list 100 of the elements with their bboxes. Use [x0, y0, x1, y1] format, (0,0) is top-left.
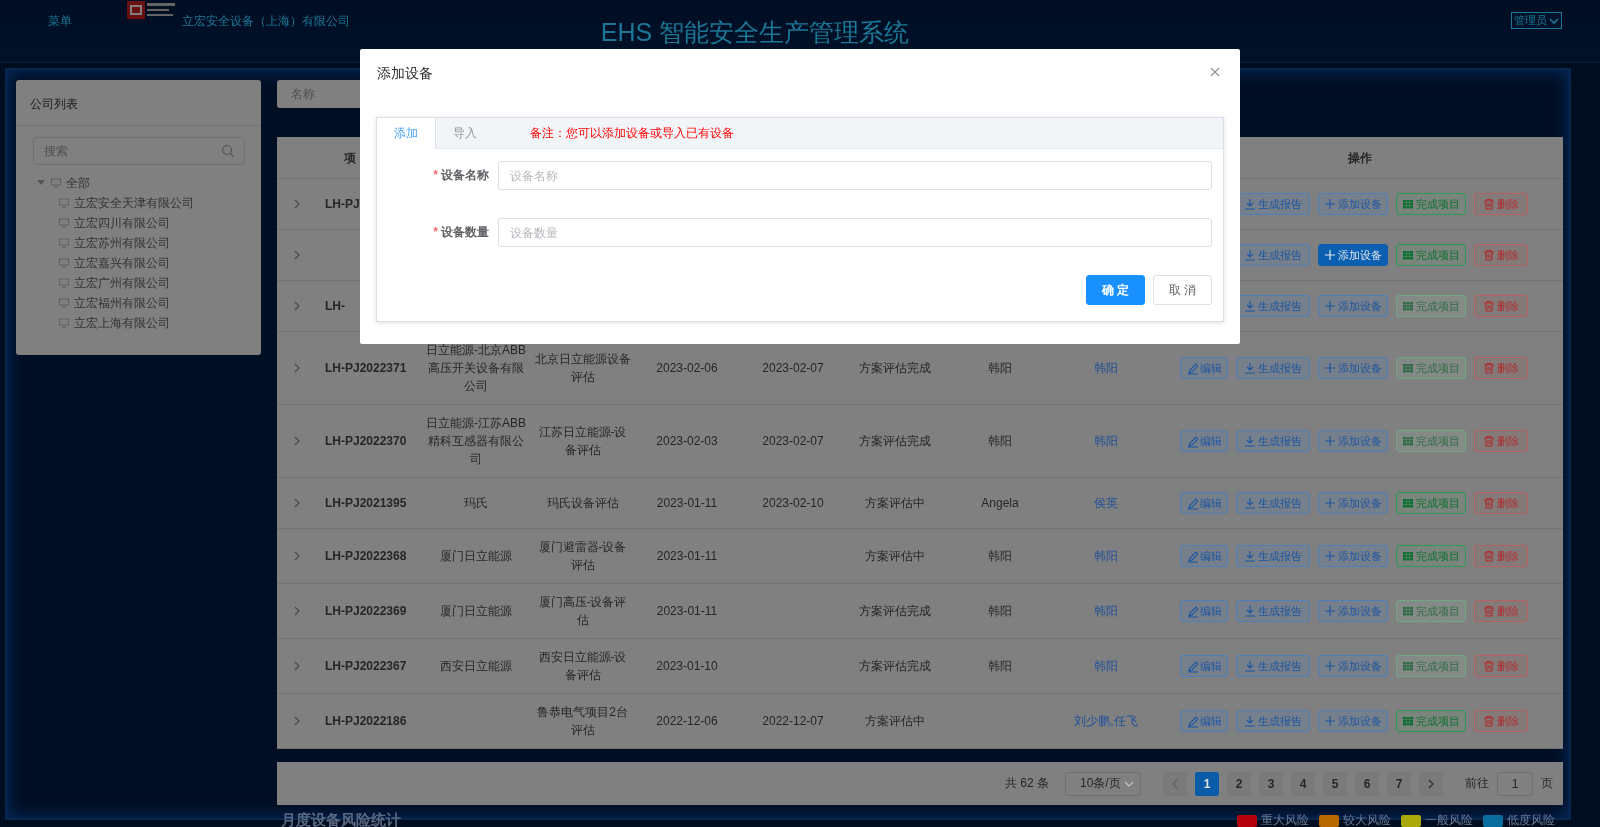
table-cell: 厦门高压-设备评估	[538, 595, 627, 627]
add-device-button[interactable]: 添加设备	[1318, 193, 1388, 215]
contact-link[interactable]: 韩阳	[1094, 549, 1118, 563]
page-button[interactable]: 7	[1387, 771, 1411, 796]
tree-item[interactable]: 立宏嘉兴有限公司	[36, 253, 261, 273]
table-cell: 2023-01-11	[656, 496, 718, 510]
table-cell: 江苏日立能源-设备评估	[538, 425, 627, 457]
report-button[interactable]: 生成报告	[1236, 600, 1310, 622]
table-cell: 2023-02-07	[762, 361, 824, 375]
delete-button[interactable]: 删除	[1474, 655, 1528, 677]
add-device-button[interactable]: 添加设备	[1318, 295, 1388, 317]
table-cell: 方案评估完成	[859, 659, 931, 673]
add-device-button[interactable]: 添加设备	[1318, 655, 1388, 677]
tree-item[interactable]: 立宏苏州有限公司	[36, 233, 261, 253]
edit-button[interactable]: 编辑	[1180, 430, 1228, 452]
legend-label: 一般风险	[1425, 812, 1473, 827]
company-name: 立宏安全设备（上海）有限公司	[182, 13, 350, 30]
edit-button[interactable]: 编辑	[1180, 545, 1228, 567]
delete-button[interactable]: 删除	[1474, 193, 1528, 215]
tree-item[interactable]: 立宏四川有限公司	[36, 213, 261, 233]
table-cell: 北京日立能源设备评估	[534, 352, 631, 384]
add-device-button[interactable]: 添加设备	[1318, 430, 1388, 452]
tree-item[interactable]: 立宏广州有限公司	[36, 273, 261, 293]
table-cell: 2023-01-11	[656, 604, 718, 618]
input-field[interactable]: 设备数量	[498, 218, 1212, 247]
report-button[interactable]: 生成报告	[1236, 357, 1310, 379]
table-cell: LH-PJ2022369	[325, 604, 407, 618]
user-dropdown[interactable]: 管理员	[1511, 12, 1562, 29]
tree-item[interactable]: 立宏福州有限公司	[36, 293, 261, 313]
edit-button[interactable]: 编辑	[1180, 492, 1228, 514]
app-title: EHS 智能安全生产管理系统	[600, 17, 910, 48]
table-cell: 2023-02-06	[656, 361, 718, 375]
add-device-button[interactable]: 添加设备	[1318, 545, 1388, 567]
table-cell: 方案评估完成	[859, 604, 931, 618]
page-button[interactable]: 2	[1227, 771, 1251, 796]
total-count: 共 62 条	[1005, 775, 1049, 792]
table-cell: 方案评估中	[865, 496, 925, 510]
table-cell: 玛氏	[464, 496, 488, 510]
tab[interactable]: 导入	[436, 118, 494, 149]
page-button[interactable]: 5	[1323, 771, 1347, 796]
contact-link[interactable]: 韩阳	[1094, 659, 1118, 673]
page-button[interactable]: 6	[1355, 771, 1379, 796]
table-cell: LH-PJ2022186	[325, 714, 407, 728]
delete-button[interactable]: 删除	[1474, 710, 1528, 732]
confirm-button[interactable]: 确 定	[1086, 275, 1145, 305]
complete-button[interactable]: 完成项目	[1396, 545, 1466, 567]
table-cell: Angela	[981, 496, 1019, 510]
contact-link[interactable]: 韩阳	[1094, 361, 1118, 375]
add-device-button[interactable]: 添加设备	[1318, 600, 1388, 622]
tree-item[interactable]: 立宏安全天津有限公司	[36, 193, 261, 213]
delete-button[interactable]: 删除	[1474, 545, 1528, 567]
input-field[interactable]: 设备名称	[498, 161, 1212, 190]
contact-link[interactable]: 侯英	[1094, 496, 1118, 510]
delete-button[interactable]: 删除	[1474, 357, 1528, 379]
delete-button[interactable]: 删除	[1474, 430, 1528, 452]
table-cell: 方案评估中	[865, 714, 925, 728]
complete-button[interactable]: 完成项目	[1396, 492, 1466, 514]
page-button[interactable]: 1	[1195, 771, 1219, 796]
tab[interactable]: 添加	[377, 118, 436, 149]
complete-button[interactable]: 完成项目	[1396, 193, 1466, 215]
menu-button[interactable]: 菜单	[48, 13, 126, 30]
table-cell: 2022-12-06	[656, 714, 718, 728]
report-button[interactable]: 生成报告	[1236, 710, 1310, 732]
table-cell: LH-	[325, 299, 345, 313]
delete-button[interactable]: 删除	[1474, 492, 1528, 514]
cancel-button[interactable]: 取 消	[1153, 275, 1212, 305]
dialog-title: 添加设备	[377, 65, 433, 83]
contact-link[interactable]: 刘少鹏,任飞	[1074, 714, 1138, 728]
report-button[interactable]: 生成报告	[1236, 492, 1310, 514]
edit-button[interactable]: 编辑	[1180, 710, 1228, 732]
contact-link[interactable]: 韩阳	[1094, 604, 1118, 618]
complete-button[interactable]: 完成项目	[1396, 244, 1466, 266]
report-button[interactable]: 生成报告	[1236, 545, 1310, 567]
page-input[interactable]: 1	[1497, 771, 1533, 796]
delete-button[interactable]: 删除	[1474, 600, 1528, 622]
table-cell: 鲁恭电气项目2台评估	[537, 705, 628, 737]
page-size-select[interactable]: 10条/页	[1065, 771, 1141, 796]
add-device-button[interactable]: 添加设备	[1318, 244, 1388, 266]
delete-button[interactable]: 删除	[1474, 244, 1528, 266]
table-cell: 西安日立能源	[440, 659, 512, 673]
table-cell: 厦门日立能源	[440, 604, 512, 618]
add-device-button[interactable]: 添加设备	[1318, 710, 1388, 732]
page-button[interactable]: 4	[1291, 771, 1315, 796]
add-device-button[interactable]: 添加设备	[1318, 492, 1388, 514]
add-device-button[interactable]: 添加设备	[1318, 357, 1388, 379]
edit-button[interactable]: 编辑	[1180, 357, 1228, 379]
report-button[interactable]: 生成报告	[1236, 430, 1310, 452]
legend-label: 较大风险	[1343, 812, 1391, 827]
complete-button[interactable]: 完成项目	[1396, 710, 1466, 732]
tree-item[interactable]: 全部	[36, 173, 261, 193]
edit-button[interactable]: 编辑	[1180, 655, 1228, 677]
delete-button[interactable]: 删除	[1474, 295, 1528, 317]
report-button[interactable]: 生成报告	[1236, 655, 1310, 677]
contact-link[interactable]: 韩阳	[1094, 434, 1118, 448]
table-cell: 2023-02-10	[762, 496, 824, 510]
page-button[interactable]: 3	[1259, 771, 1283, 796]
table-cell: 2023-01-11	[656, 549, 718, 563]
table-cell: 方案评估完成	[859, 361, 931, 375]
edit-button[interactable]: 编辑	[1180, 600, 1228, 622]
table-cell: 韩阳	[988, 659, 1012, 673]
